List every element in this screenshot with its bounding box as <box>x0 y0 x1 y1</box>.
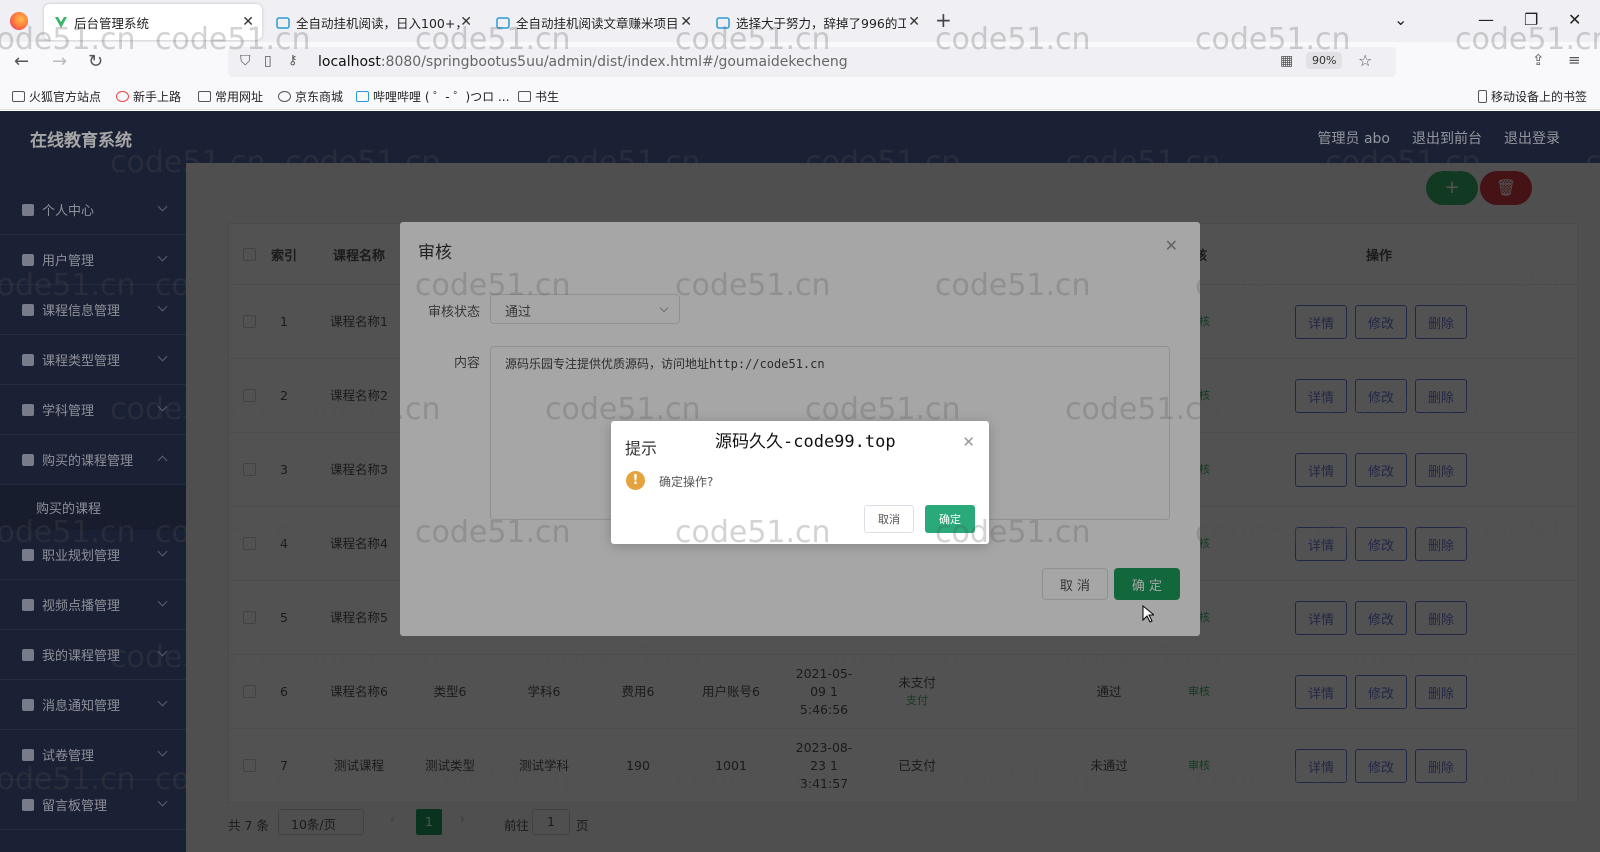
bookmark-label: 移动设备上的书签 <box>1491 90 1588 104</box>
tab-bilibili-2[interactable]: 全自动挂机阅读文章赚米项目 ✕ <box>486 4 700 40</box>
bookmarks-bar: 火狐官方站点 新手上路 常用网址 京东商城 哔哩哔哩 ( ゜- ゜)つロ ...… <box>0 82 1600 110</box>
close-icon[interactable]: ✕ <box>908 14 920 30</box>
vue-icon <box>55 17 67 28</box>
tab-admin[interactable]: 后台管理系统 ✕ <box>44 4 262 40</box>
tab-title: 选择大于努力，辞掉了996的工 <box>736 15 906 31</box>
bookmark-label: 哔哩哔哩 ( ゜- ゜)つロ ... <box>373 90 510 104</box>
tab-title: 后台管理系统 <box>74 15 150 31</box>
minimize-icon[interactable]: — <box>1478 10 1494 29</box>
url-host: localhost <box>318 54 381 70</box>
extensions-icon[interactable]: ⇪ <box>1532 51 1545 69</box>
globe-icon <box>278 91 291 102</box>
browser-tab-strip: 后台管理系统 ✕ 全自动挂机阅读，日入100+， ✕ 全自动挂机阅读文章赚米项目… <box>0 0 1600 42</box>
bookmark-item[interactable]: 新手上路 <box>116 88 181 105</box>
close-icon[interactable]: ✕ <box>460 14 472 30</box>
page-icon[interactable]: ▯ <box>264 53 272 69</box>
mobile-bookmarks[interactable]: 移动设备上的书签 <box>1478 88 1587 105</box>
url-text[interactable]: localhost:8080/springbootus5uu/admin/dis… <box>318 54 848 70</box>
tab-bilibili-3[interactable]: 选择大于努力，辞掉了996的工 ✕ <box>706 4 928 40</box>
folder-icon <box>518 91 531 102</box>
bilibili-icon <box>716 17 730 29</box>
zoom-level[interactable]: 90% <box>1306 52 1343 69</box>
qr-code-icon[interactable]: ▦ <box>1280 53 1293 69</box>
close-icon[interactable]: ✕ <box>680 14 692 30</box>
firefox-icon <box>116 91 129 102</box>
messagebox-message: 确定操作? <box>659 475 714 489</box>
navigation-bar: ← → ↻ ⛉ ▯ ⚷ localhost:8080/springbootus5… <box>0 42 1600 82</box>
tab-bilibili-1[interactable]: 全自动挂机阅读，日入100+， ✕ <box>266 4 480 40</box>
bookmark-label: 新手上路 <box>133 90 182 104</box>
shield-icon[interactable]: ⛉ <box>240 53 251 69</box>
bilibili-icon <box>276 17 290 29</box>
phone-icon <box>1478 90 1487 103</box>
window-close-icon[interactable]: ✕ <box>1568 10 1581 29</box>
reload-icon[interactable]: ↻ <box>88 51 103 72</box>
key-icon[interactable]: ⚷ <box>288 53 298 68</box>
back-icon[interactable]: ← <box>14 51 29 72</box>
tab-title: 全自动挂机阅读，日入100+， <box>296 15 466 31</box>
messagebox-cancel-button[interactable]: 取消 <box>864 505 914 533</box>
bookmark-item[interactable]: 哔哩哔哩 ( ゜- ゜)つロ ... <box>356 88 509 105</box>
bilibili-icon <box>496 17 510 29</box>
firefox-icon[interactable] <box>10 12 28 30</box>
bookmark-label: 火狐官方站点 <box>29 90 102 104</box>
messagebox-brand: 源码久久-code99.top <box>715 432 896 452</box>
menu-icon[interactable]: ≡ <box>1568 51 1581 69</box>
bookmark-item[interactable]: 常用网址 <box>198 88 263 105</box>
messagebox-title: 提示 <box>625 439 658 458</box>
bookmark-item[interactable]: 书生 <box>518 88 559 105</box>
folder-icon <box>12 91 25 102</box>
bookmark-item[interactable]: 火狐官方站点 <box>12 88 101 105</box>
tab-list-icon[interactable]: ⌄ <box>1394 10 1407 29</box>
close-icon[interactable]: ✕ <box>242 14 254 30</box>
bookmark-label: 京东商城 <box>295 90 344 104</box>
confirm-messagebox: 提示 源码久久-code99.top ✕ ! 确定操作? 取消 确定 <box>611 421 989 544</box>
bookmark-label: 书生 <box>535 90 560 104</box>
messagebox-confirm-button[interactable]: 确定 <box>925 505 975 533</box>
bookmark-label: 常用网址 <box>215 90 264 104</box>
warning-icon: ! <box>626 471 645 490</box>
bookmark-star-icon[interactable]: ☆ <box>1358 51 1372 70</box>
new-tab-button[interactable]: + <box>935 8 952 32</box>
mouse-cursor-icon <box>1142 605 1154 623</box>
tab-title: 全自动挂机阅读文章赚米项目 <box>516 15 679 31</box>
forward-icon[interactable]: → <box>52 51 67 72</box>
bookmark-item[interactable]: 京东商城 <box>278 88 343 105</box>
bilibili-icon <box>356 91 369 102</box>
restore-icon[interactable]: ❐ <box>1524 10 1538 29</box>
address-bar[interactable]: ⛉ ▯ ⚷ localhost:8080/springbootus5uu/adm… <box>228 47 1396 77</box>
folder-icon <box>198 91 211 102</box>
close-icon[interactable]: ✕ <box>962 433 975 451</box>
url-path: :8080/springbootus5uu/admin/dist/index.h… <box>380 54 848 70</box>
